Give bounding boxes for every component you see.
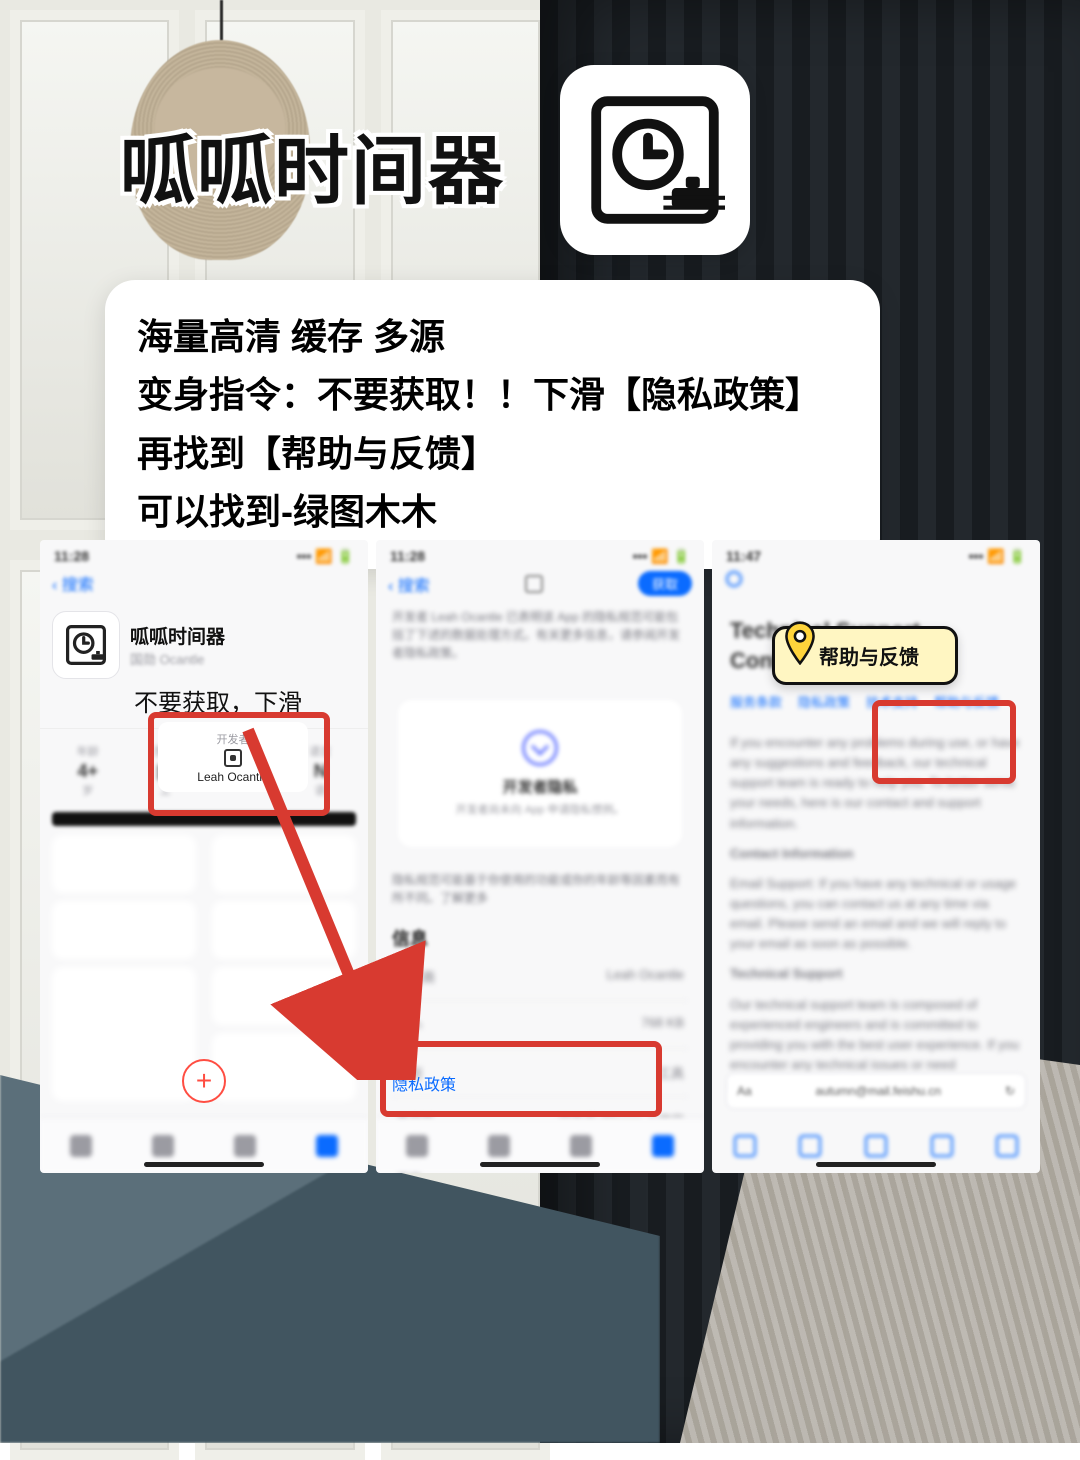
- status-bar: 11:47••• 📶 🔋: [712, 540, 1040, 567]
- browser-top: [712, 567, 1040, 594]
- home-indicator: [480, 1162, 600, 1167]
- developer-line: 国勋 Ocantle: [130, 649, 225, 668]
- support-p2: Contact Information: [730, 844, 1022, 864]
- link-terms[interactable]: 服务条款: [730, 692, 782, 711]
- browser-url-bar[interactable]: Aaautumn@mail.feishu.cn↻: [726, 1073, 1026, 1109]
- advice-text: 不要获取，下滑: [40, 681, 368, 728]
- map-pin-icon: [783, 621, 817, 665]
- screenshot-3: 11:47••• 📶 🔋 Technical Support - Contact…: [712, 540, 1040, 1173]
- support-p3: Email Support: If you have any technical…: [730, 874, 1022, 955]
- support-links: 服务条款 隐私政策 技术支持 帮助与反馈: [730, 692, 1022, 711]
- app-name: 呱呱时间器: [130, 622, 225, 649]
- status-bar: 11:28••• 📶 🔋: [40, 540, 368, 567]
- add-button[interactable]: +: [182, 1059, 226, 1103]
- privacy-sub: 开发者尚未向 App 申请隐私惯例。: [408, 801, 672, 817]
- mini-app-icon: [52, 611, 120, 679]
- privacy-title: 开发者隐私: [408, 776, 672, 797]
- screenshot-1: 11:28••• 📶 🔋 ‹ 搜索 呱呱时间器 国勋 Ocantle 不要获取，…: [40, 540, 368, 1173]
- checkmark-circle-icon: [522, 730, 558, 766]
- metric-age: 年龄4+岁: [52, 743, 124, 798]
- help-badge: 帮助与反馈: [772, 626, 958, 685]
- status-bar: 11:28••• 📶 🔋: [376, 540, 704, 567]
- home-indicator: [144, 1162, 264, 1167]
- link-help[interactable]: 帮助与反馈: [934, 692, 999, 711]
- share-icon[interactable]: [525, 575, 543, 593]
- instruction-line-2: 变身指令：不要获取！！下滑【隐私政策】 再找到【帮助与反馈】: [137, 366, 848, 483]
- app-icon: [560, 65, 750, 255]
- instruction-card: 海量高清 缓存 多源 变身指令：不要获取！！下滑【隐私政策】 再找到【帮助与反馈…: [105, 280, 880, 569]
- back-button[interactable]: ‹ 搜索: [388, 572, 430, 596]
- person-square-icon: [224, 749, 242, 767]
- instruction-line-1: 海量高清 缓存 多源: [137, 308, 848, 366]
- nav-bar: ‹ 搜索: [40, 567, 368, 603]
- nav-bar: ‹ 搜索 获取: [376, 567, 704, 604]
- help-badge-text: 帮助与反馈: [819, 647, 919, 669]
- back-button[interactable]: ‹ 搜索: [52, 571, 94, 595]
- support-p1: If you encounter any problems during use…: [730, 733, 1022, 834]
- privacy-note: 隐私规范可能基于你使用的功能或你的年龄等因素而有所不同。了解更多: [376, 867, 704, 917]
- link-support[interactable]: 技术支持: [866, 692, 918, 711]
- developer-label: 开发者: [217, 731, 250, 747]
- developer-popover: 开发者 Leah Ocantle: [158, 722, 308, 792]
- developer-name: Leah Ocantle: [197, 770, 268, 784]
- home-indicator: [816, 1162, 936, 1167]
- black-bar: [52, 812, 356, 826]
- privacy-policy-link[interactable]: 隐私政策: [392, 1071, 456, 1095]
- app-header-text: 呱呱时间器 国勋 Ocantle: [130, 622, 225, 668]
- instruction-line-3: 可以找到-绿图木木: [137, 483, 848, 541]
- link-privacy[interactable]: 隐私政策: [798, 692, 850, 711]
- screenshot-2: 11:28••• 📶 🔋 ‹ 搜索 获取 开发者 Leah Ocantle 已表…: [376, 540, 704, 1173]
- get-button[interactable]: 获取: [638, 571, 692, 596]
- app-header: 呱呱时间器 国勋 Ocantle: [40, 603, 368, 681]
- screenshot-row: 11:28••• 📶 🔋 ‹ 搜索 呱呱时间器 国勋 Ocantle 不要获取，…: [40, 540, 1040, 1173]
- info-header: 信息: [376, 917, 704, 953]
- clock-alarm-icon: [585, 90, 725, 230]
- listing-description: 开发者 Leah Ocantle 已表明该 App 的隐私规范可能包括了下述的数…: [376, 604, 704, 672]
- support-p4: Technical Support: [730, 964, 1022, 984]
- privacy-card: 开发者隐私 开发者尚未向 App 申请隐私惯例。: [398, 700, 682, 847]
- headline-title: 呱呱时间器: [120, 110, 505, 219]
